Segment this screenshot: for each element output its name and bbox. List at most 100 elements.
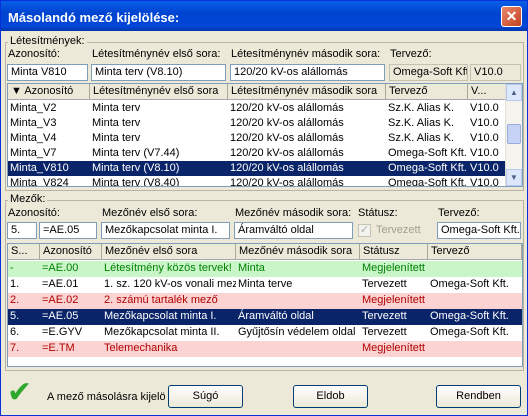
facility-cell: 120/20 kV-os alállomás bbox=[230, 132, 344, 144]
facility-id-label: Azonosító: bbox=[8, 48, 60, 60]
facility-col-designer[interactable]: Tervező bbox=[386, 84, 468, 100]
field-col-name2[interactable]: Mezőnév második sora bbox=[236, 244, 360, 260]
field-cell-n2 bbox=[236, 293, 360, 308]
field-cell-id: =E.GYV bbox=[42, 326, 83, 338]
field-cell-id: =AE.00 bbox=[42, 262, 79, 274]
field-cell-n1: Mezőkapcsolat minta II. bbox=[104, 326, 220, 338]
help-button[interactable]: Súgó bbox=[168, 385, 243, 408]
field-cell-id: =AE.05 bbox=[42, 310, 79, 322]
field-cell-s: 1. bbox=[10, 278, 20, 290]
fields-table[interactable]: S... Azonosító Mezőnév első sora Mezőnév… bbox=[7, 243, 523, 367]
sort-down-icon: ▼ bbox=[11, 85, 25, 97]
facility-cell: Minta terv (V7.44) bbox=[92, 147, 180, 159]
facility-cell: Sz.K. Alias K. bbox=[388, 132, 455, 144]
field-cell-designer: Omega-Soft Kft. bbox=[430, 326, 509, 338]
field-row[interactable]: 7. =E.TM Telemechanika Megjelenített bbox=[8, 341, 522, 357]
field-name1-label: Mezőnév első sora: bbox=[102, 207, 198, 219]
facility-cell: Sz.K. Alias K. bbox=[388, 117, 455, 129]
field-col-id[interactable]: Azonosító bbox=[40, 244, 102, 260]
facilities-table[interactable]: ▼ Azonosító Létesítménynév első sora Lét… bbox=[7, 83, 523, 187]
facility-cell: Minta terv bbox=[92, 132, 141, 144]
field-cell-id: =AE.02 bbox=[42, 294, 79, 306]
field-cell-s: 7. bbox=[10, 342, 20, 354]
facility-cell: 120/20 kV-os alállomás bbox=[230, 102, 344, 114]
title-bar[interactable]: Másolandó mező kijelölése: ✕ bbox=[1, 1, 527, 31]
scroll-up-icon[interactable]: ▲ bbox=[506, 84, 522, 101]
facility-cell: Minta_V824 bbox=[10, 177, 69, 187]
facility-cell: 120/20 kV-os alállomás bbox=[230, 117, 344, 129]
scroll-down-icon[interactable]: ▼ bbox=[506, 169, 522, 186]
field-status-label: Státusz: bbox=[358, 207, 398, 219]
field-cell-s: 2. bbox=[10, 294, 20, 306]
field-cell-n1: 2. számú tartalék mező bbox=[104, 294, 218, 306]
field-id-label: Azonosító: bbox=[8, 207, 60, 219]
facility-name1-field[interactable]: Minta terv (V8.10) bbox=[91, 64, 226, 81]
facility-cell: V10.0 bbox=[470, 177, 499, 187]
selection-info-text: A mező másolásra kijelölt bbox=[47, 391, 165, 403]
field-row[interactable]: 2. =AE.02 2. számú tartalék mező Megjelenít… bbox=[8, 293, 522, 309]
facility-name2-field[interactable]: 120/20 kV-os alállomás bbox=[230, 64, 385, 81]
facility-cell: V10.0 bbox=[470, 132, 499, 144]
field-cell-status: Tervezett bbox=[362, 278, 407, 290]
delete-button[interactable]: Eldob bbox=[293, 385, 368, 408]
facility-row[interactable]: Minta_V3 Minta terv 120/20 kV-os alállomás… bbox=[8, 116, 506, 131]
field-row[interactable]: 6. =E.GYV Mezőkapcsolat minta II. Gyűjtősín… bbox=[8, 325, 522, 341]
field-row[interactable]: 1. =AE.01 1. sz. 120 kV-os vonali mező Mint… bbox=[8, 277, 522, 293]
field-cell-designer: Omega-Soft Kft. bbox=[430, 278, 509, 290]
facility-cell: Minta_V3 bbox=[10, 117, 57, 129]
facility-cell: 120/20 kV-os alállomás bbox=[230, 162, 344, 174]
facility-designer-label: Tervező: bbox=[390, 48, 432, 60]
facility-col-name2[interactable]: Létesítménynév második sora bbox=[228, 84, 386, 100]
field-designer-label: Tervező: bbox=[438, 207, 480, 219]
field-cell-status: Megjelenített bbox=[362, 262, 425, 274]
field-name1-field[interactable]: Mezőkapcsolat minta I. bbox=[101, 222, 230, 239]
facility-row[interactable]: Minta_V2 Minta terv 120/20 kV-os alállomás… bbox=[8, 101, 506, 116]
field-row[interactable]: 5. =AE.05 Mezőkapcsolat minta I. Áramváltó … bbox=[8, 309, 522, 325]
field-cell-status: Tervezett bbox=[362, 310, 407, 322]
field-cell-id: =E.TM bbox=[42, 342, 75, 354]
field-cell-n2: Minta bbox=[238, 262, 265, 274]
facility-cell: Minta terv bbox=[92, 117, 141, 129]
field-col-name1[interactable]: Mezőnév első sora bbox=[102, 244, 236, 260]
field-row[interactable]: - =AE.00 Létesítmény közös tervek! Minta Meg… bbox=[8, 261, 522, 277]
status-value: Tervezett bbox=[376, 224, 421, 236]
facility-id-field[interactable]: Minta V810 bbox=[7, 64, 88, 81]
facility-row[interactable]: Minta_V810 Minta terv (V8.10) 120/20 kV-os… bbox=[8, 161, 506, 176]
field-cell-designer bbox=[428, 261, 522, 276]
field-cell-n2: Gyűjtősín védelem oldal bbox=[238, 326, 356, 338]
field-cell-n2 bbox=[236, 341, 360, 356]
field-cell-n2: Áramváltó oldal bbox=[238, 310, 314, 322]
field-cell-n1: Telemechanika bbox=[104, 342, 178, 354]
field-col-designer[interactable]: Tervező bbox=[428, 244, 522, 260]
facility-cell: Omega-Soft Kft. bbox=[388, 177, 467, 187]
close-icon[interactable]: ✕ bbox=[501, 6, 522, 27]
field-cell-n1: Létesítmény közös tervek! bbox=[104, 262, 232, 274]
field-id-field[interactable]: =AE.05 bbox=[39, 222, 97, 239]
field-cell-s: 5. bbox=[10, 310, 20, 322]
facility-col-id[interactable]: ▼ Azonosító bbox=[8, 84, 90, 100]
facility-row[interactable]: Minta_V7 Minta terv (V7.44) 120/20 kV-os a… bbox=[8, 146, 506, 161]
facility-cell: Minta_V4 bbox=[10, 132, 57, 144]
facility-name2-label: Létesítménynév második sora: bbox=[231, 48, 381, 60]
facility-cell: Omega-Soft Kft. bbox=[388, 162, 467, 174]
dialog-window: Másolandó mező kijelölése: ✕ Létesítmény… bbox=[0, 0, 528, 416]
field-col-status[interactable]: Státusz bbox=[360, 244, 428, 260]
ok-button[interactable]: Rendben bbox=[436, 385, 521, 408]
window-title: Másolandó mező kijelölése: bbox=[8, 10, 180, 25]
facility-version-field: V10.0 bbox=[470, 64, 521, 81]
field-designer-field[interactable]: Omega-Soft Kft. bbox=[437, 222, 521, 239]
facility-row[interactable]: Minta_V4 Minta terv 120/20 kV-os alállomás… bbox=[8, 131, 506, 146]
facilities-scrollbar[interactable]: ▲ ▼ bbox=[505, 84, 522, 186]
facility-col-version[interactable]: V... bbox=[468, 84, 506, 100]
field-cell-id: =AE.01 bbox=[42, 278, 79, 290]
facility-cell: V10.0 bbox=[470, 117, 499, 129]
field-col-s[interactable]: S... bbox=[8, 244, 40, 260]
facility-row[interactable]: Minta_V824 Minta terv (V8.40) 120/20 kV-os… bbox=[8, 176, 506, 187]
field-cell-n2: Minta terve bbox=[238, 278, 293, 290]
facility-col-name1[interactable]: Létesítménynév első sora bbox=[90, 84, 228, 100]
field-num-field[interactable]: 5. bbox=[7, 222, 37, 239]
field-name2-field[interactable]: Áramváltó oldal bbox=[234, 222, 353, 239]
scroll-thumb[interactable] bbox=[507, 124, 521, 144]
field-cell-designer bbox=[428, 341, 522, 356]
field-cell-n1: 1. sz. 120 kV-os vonali mező bbox=[104, 278, 236, 290]
